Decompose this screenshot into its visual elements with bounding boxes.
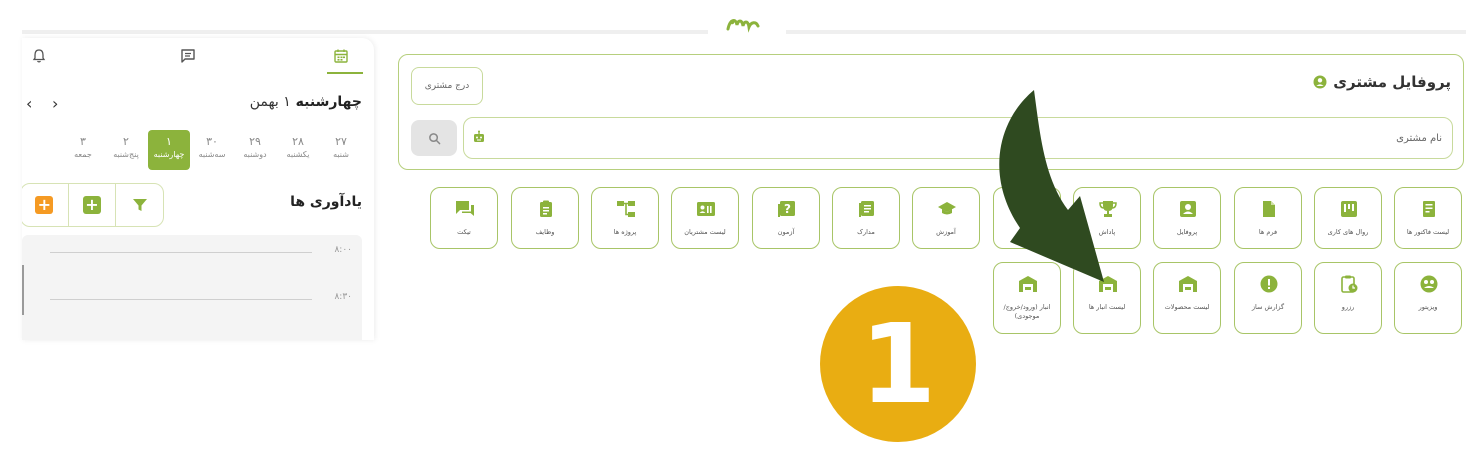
time-slot: ۸:۰۰ <box>50 245 352 261</box>
tile-workflows[interactable]: روال های کاری <box>1314 187 1382 249</box>
notes-icon <box>859 201 874 217</box>
filter-button[interactable] <box>115 184 163 226</box>
current-day-number: ۱ بهمن <box>249 94 291 110</box>
contacts-icon <box>697 202 715 216</box>
prev-day-button[interactable]: ‹ <box>26 94 32 113</box>
reminders-title: یادآوری ها <box>290 194 362 210</box>
day-item[interactable]: ۲۷ شنبه <box>320 130 362 170</box>
schedule-scrollbar[interactable] <box>22 265 24 315</box>
tile-warehouse-inout[interactable]: انبار (ورود/خروج/موجودی) <box>993 262 1061 334</box>
visitor-icon <box>1420 275 1438 293</box>
reminder-actions: + + <box>22 183 164 227</box>
header-divider <box>22 30 708 34</box>
tile-projects[interactable]: پروژه ها <box>591 187 659 249</box>
page-title: پروفایل مشتری <box>1313 73 1451 91</box>
customer-name-field[interactable] <box>463 117 1453 159</box>
search-icon <box>428 132 440 144</box>
left-sidebar-panel: ‹ › چهارشنبه ۱ بهمن ۲۷ شنبه ۲۸ یکشنبه ۲۹ دو… <box>22 38 374 340</box>
robot-icon[interactable] <box>472 130 486 144</box>
day-item[interactable]: ۲ پنج‌شنبه <box>105 130 147 170</box>
tile-tickets[interactable]: تیکت <box>430 187 498 249</box>
tile-exam[interactable]: ? آزمون <box>752 187 820 249</box>
chat-bubbles-icon <box>456 201 474 216</box>
tile-report-builder[interactable]: گزارش ساز <box>1234 262 1302 334</box>
calendar-icon[interactable] <box>333 48 349 64</box>
tile-warehouse-list[interactable]: لیست انبار ها <box>1073 262 1141 334</box>
day-item[interactable]: ۳۰ سه‌شنبه <box>191 130 233 170</box>
tile-product-list[interactable]: لیست محصولات <box>1153 262 1221 334</box>
receipt-icon <box>1423 201 1435 217</box>
add-reminder-orange-button[interactable]: + <box>22 184 68 226</box>
tile-profile[interactable]: پروفایل <box>1153 187 1221 249</box>
plus-icon: + <box>83 196 101 214</box>
brand-logo <box>726 19 760 33</box>
clipboard-clock-icon <box>1341 275 1358 293</box>
day-item[interactable]: ۲۸ یکشنبه <box>277 130 319 170</box>
tile-forms[interactable]: فرم ها <box>1234 187 1302 249</box>
clipboard-icon <box>540 200 552 217</box>
customer-profile-card: پروفایل مشتری درج مشتری <box>398 54 1464 170</box>
time-slot: ۸:۳۰ <box>50 292 352 308</box>
svg-text:?: ? <box>784 202 791 216</box>
search-button[interactable] <box>411 120 457 156</box>
reminders-schedule: ۸:۰۰ ۸:۳۰ <box>22 235 362 340</box>
step-number-badge: 1 <box>820 286 976 442</box>
insert-customer-button[interactable]: درج مشتری <box>411 67 483 105</box>
page: ‹ › چهارشنبه ۱ بهمن ۲۷ شنبه ۲۸ یکشنبه ۲۹ دو… <box>0 0 1484 475</box>
hierarchy-icon <box>617 201 635 217</box>
day-item-selected[interactable]: ۱ چهارشنبه <box>148 130 190 170</box>
tile-documents[interactable]: اسناد <box>993 187 1061 249</box>
tile-visitor[interactable]: ویزیتور <box>1394 262 1462 334</box>
kanban-icon <box>1341 201 1357 217</box>
tile-invoice-list[interactable]: لیست فاکتور ها <box>1394 187 1462 249</box>
next-day-button[interactable]: › <box>52 94 58 113</box>
tile-training[interactable]: آموزش <box>912 187 980 249</box>
customer-name-input[interactable] <box>542 118 1442 158</box>
tile-customer-list[interactable]: لیست مشتریان <box>671 187 739 249</box>
tile-credentials[interactable]: مدارک <box>832 187 900 249</box>
warehouse-icon <box>1019 276 1037 292</box>
active-tab-indicator <box>327 72 363 74</box>
trophy-icon <box>1099 201 1117 217</box>
header-divider <box>786 30 1466 34</box>
bell-icon[interactable] <box>31 48 47 64</box>
profile-icon <box>1180 201 1196 217</box>
chat-icon[interactable] <box>180 48 196 64</box>
tile-rewards[interactable]: پاداش <box>1073 187 1141 249</box>
filter-icon <box>132 199 147 211</box>
warehouse-icon <box>1179 276 1197 292</box>
plus-icon: + <box>35 196 54 214</box>
document-icon <box>1021 201 1035 217</box>
file-icon <box>1263 201 1275 217</box>
alert-icon <box>1260 275 1278 293</box>
tile-tasks[interactable]: وظایف <box>511 187 579 249</box>
current-day-name: چهارشنبه <box>295 94 362 110</box>
current-date-title: چهارشنبه ۱ بهمن <box>250 94 362 110</box>
day-item[interactable]: ۲۹ دوشنبه <box>234 130 276 170</box>
week-day-strip: ۲۷ شنبه ۲۸ یکشنبه ۲۹ دوشنبه ۳۰ سه‌شنبه ۱ چهار… <box>62 130 362 170</box>
day-item[interactable]: ۳ جمعه <box>62 130 104 170</box>
question-icon: ? <box>778 201 795 217</box>
graduation-cap-icon <box>938 202 956 215</box>
tile-reservation[interactable]: رزرو <box>1314 262 1382 334</box>
user-circle-icon <box>1313 75 1327 89</box>
warehouse-icon <box>1099 276 1117 292</box>
add-reminder-button[interactable]: + <box>67 184 116 226</box>
